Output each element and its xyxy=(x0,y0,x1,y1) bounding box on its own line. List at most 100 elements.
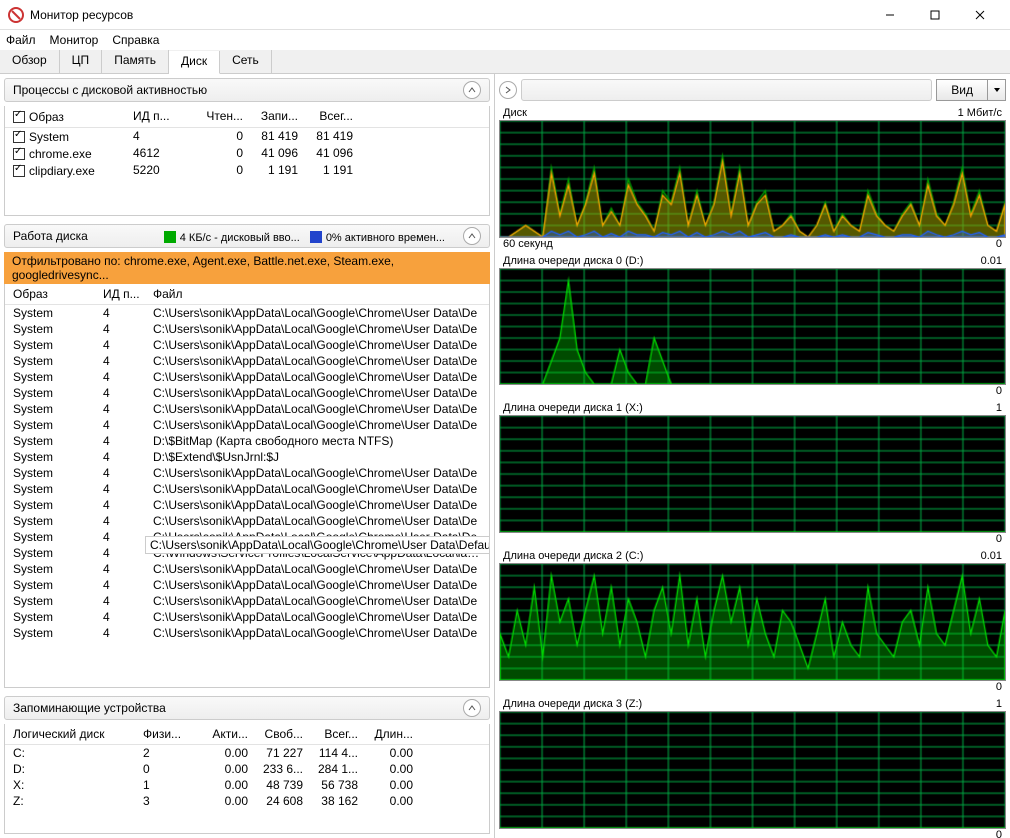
chart-canvas xyxy=(499,711,1006,829)
maximize-button[interactable] xyxy=(912,1,957,29)
titlebar: Монитор ресурсов xyxy=(0,0,1010,30)
table-row[interactable]: System4C:\Users\sonik\AppData\Local\Goog… xyxy=(5,401,489,417)
tabbar: Обзор ЦП Память Диск Сеть xyxy=(0,50,1010,74)
processes-title: Процессы с дисковой активностью xyxy=(13,83,207,97)
tab-cpu[interactable]: ЦП xyxy=(60,50,103,73)
table-row[interactable]: Z:30.0024 60838 1620.00 xyxy=(5,793,489,809)
checkbox-icon[interactable] xyxy=(13,148,25,160)
col-total[interactable]: Всег... xyxy=(298,109,353,124)
table-row[interactable]: System4C:\Users\sonik\AppData\Local\Goog… xyxy=(5,353,489,369)
left-pane: Процессы с дисковой активностью Образ ИД… xyxy=(0,74,495,838)
col-image[interactable]: Образ xyxy=(13,287,103,301)
col-image[interactable]: Образ xyxy=(13,109,133,124)
table-row[interactable]: System4C:\Users\sonik\AppData\Local\Goog… xyxy=(5,593,489,609)
app-icon xyxy=(8,7,24,23)
chart-xlabel xyxy=(503,533,996,545)
table-row[interactable]: System4C:\Users\sonik\AppData\Local\Goog… xyxy=(5,321,489,337)
col-logical[interactable]: Логический диск xyxy=(13,727,143,741)
tab-network[interactable]: Сеть xyxy=(220,50,272,73)
chart-ymin: 0 xyxy=(996,533,1002,545)
chart-xlabel xyxy=(503,681,996,693)
checkbox-icon[interactable] xyxy=(13,131,25,143)
table-row[interactable]: System4C:\Users\sonik\AppData\Local\Goog… xyxy=(5,609,489,625)
menu-monitor[interactable]: Монитор xyxy=(50,33,99,47)
table-row[interactable]: System4C:\Users\sonik\AppData\Local\Goog… xyxy=(5,513,489,529)
close-button[interactable] xyxy=(957,1,1002,29)
col-queue[interactable]: Длин... xyxy=(358,727,413,741)
table-row[interactable]: System4C:\Users\sonik\AppData\Local\Goog… xyxy=(5,481,489,497)
view-button[interactable]: Вид xyxy=(936,79,988,101)
table-row[interactable]: chrome.exe4612041 09641 096 xyxy=(5,145,489,162)
tab-overview[interactable]: Обзор xyxy=(0,50,60,73)
table-row[interactable]: System4D:\$BitMap (Карта свободного мест… xyxy=(5,433,489,449)
chart-canvas xyxy=(499,415,1006,533)
window-title: Монитор ресурсов xyxy=(30,8,867,22)
chart-ymax: 0.01 xyxy=(981,255,1002,267)
right-pane: Вид Диск1 Мбит/с60 секунд0Длина очереди … xyxy=(495,74,1010,838)
disk-activity-panel-header[interactable]: Работа диска 4 КБ/с - дисковый вво... 0%… xyxy=(4,224,490,248)
table-row[interactable]: System4C:\Users\sonik\AppData\Local\Goog… xyxy=(5,625,489,641)
chart-block: Диск1 Мбит/с60 секунд0 xyxy=(499,106,1006,250)
chart-title: Длина очереди диска 0 (D:) xyxy=(503,255,981,267)
tab-memory[interactable]: Память xyxy=(102,50,169,73)
col-pid[interactable]: ИД п... xyxy=(103,287,153,301)
storage-title: Запоминающие устройства xyxy=(13,701,166,715)
tooltip: C:\Users\sonik\AppData\Local\Google\Chro… xyxy=(145,536,490,554)
chart-ymax: 1 Мбит/с xyxy=(958,107,1002,119)
chevron-up-icon[interactable] xyxy=(463,81,481,99)
filter-bar[interactable]: Отфильтровано по: chrome.exe, Agent.exe,… xyxy=(4,252,490,284)
legend-blue-icon xyxy=(310,231,322,243)
chart-canvas xyxy=(499,268,1006,386)
table-row[interactable]: System4C:\Users\sonik\AppData\Local\Goog… xyxy=(5,417,489,433)
table-row[interactable]: C:20.0071 227114 4...0.00 xyxy=(5,745,489,761)
chart-xlabel xyxy=(503,829,996,838)
table-row[interactable]: System4D:\$Extend\$UsnJrnl:$J xyxy=(5,449,489,465)
table-row[interactable]: System4C:\Users\sonik\AppData\Local\Goog… xyxy=(5,577,489,593)
chart-ymax: 0.01 xyxy=(981,550,1002,562)
col-free[interactable]: Своб... xyxy=(248,727,303,741)
menu-file[interactable]: Файл xyxy=(6,33,36,47)
chevron-up-icon[interactable] xyxy=(463,699,481,717)
checkbox-icon[interactable] xyxy=(13,165,25,177)
storage-panel-header[interactable]: Запоминающие устройства xyxy=(4,696,490,720)
table-row[interactable]: D:00.00233 6...284 1...0.00 xyxy=(5,761,489,777)
table-row[interactable]: System4C:\Users\sonik\AppData\Local\Goog… xyxy=(5,561,489,577)
table-row[interactable]: clipdiary.exe522001 1911 191 xyxy=(5,162,489,179)
chevron-up-icon[interactable] xyxy=(463,227,481,245)
chevron-right-icon[interactable] xyxy=(499,81,517,99)
col-file[interactable]: Файл xyxy=(153,287,481,301)
checkbox-icon[interactable] xyxy=(13,111,25,123)
chart-ymin: 0 xyxy=(996,829,1002,838)
menu-help[interactable]: Справка xyxy=(112,33,159,47)
menubar: Файл Монитор Справка xyxy=(0,30,1010,50)
col-total[interactable]: Всег... xyxy=(303,727,358,741)
col-read[interactable]: Чтен... xyxy=(188,109,243,124)
table-row[interactable]: System4C:\Users\sonik\AppData\Local\Goog… xyxy=(5,385,489,401)
right-header-spacer xyxy=(521,79,932,101)
table-row[interactable]: X:10.0048 73956 7380.00 xyxy=(5,777,489,793)
table-row[interactable]: System4C:\Users\sonik\AppData\Local\Goog… xyxy=(5,337,489,353)
chart-title: Длина очереди диска 2 (C:) xyxy=(503,550,981,562)
storage-table: Логический диск Физи... Акти... Своб... … xyxy=(4,724,490,834)
chart-xlabel: 60 секунд xyxy=(503,238,996,250)
chart-canvas xyxy=(499,563,1006,681)
table-row[interactable]: System4C:\Users\sonik\AppData\Local\Goog… xyxy=(5,305,489,321)
chart-ymin: 0 xyxy=(996,238,1002,250)
chart-block: Длина очереди диска 0 (D:)0.010 xyxy=(499,254,1006,398)
col-pid[interactable]: ИД п... xyxy=(133,109,188,124)
disk-activity-table: Образ ИД п... Файл System4C:\Users\sonik… xyxy=(4,284,490,688)
table-row[interactable]: System4C:\Users\sonik\AppData\Local\Goog… xyxy=(5,465,489,481)
chart-ymin: 0 xyxy=(996,681,1002,693)
tab-disk[interactable]: Диск xyxy=(169,51,220,74)
table-row[interactable]: System4C:\Users\sonik\AppData\Local\Goog… xyxy=(5,369,489,385)
chart-block: Длина очереди диска 1 (X:)10 xyxy=(499,401,1006,545)
disk-activity-title: Работа диска xyxy=(13,229,88,243)
table-row[interactable]: System4C:\Users\sonik\AppData\Local\Goog… xyxy=(5,497,489,513)
table-row[interactable]: System4081 41981 419 xyxy=(5,128,489,145)
col-active[interactable]: Акти... xyxy=(193,727,248,741)
processes-panel-header[interactable]: Процессы с дисковой активностью xyxy=(4,78,490,102)
minimize-button[interactable] xyxy=(867,1,912,29)
view-dropdown-icon[interactable] xyxy=(988,79,1006,101)
col-write[interactable]: Запи... xyxy=(243,109,298,124)
col-phys[interactable]: Физи... xyxy=(143,727,193,741)
